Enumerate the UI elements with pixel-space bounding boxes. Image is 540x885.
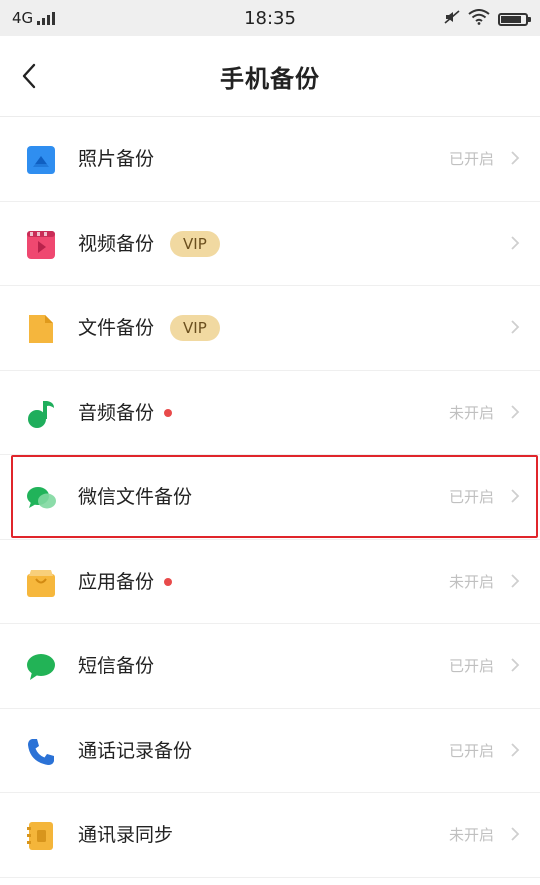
photo-icon [26,145,56,175]
item-status: 已开启 [448,150,494,168]
chevron-right-icon [511,151,520,165]
file-icon [26,314,56,344]
item-status: 未开启 [448,403,494,422]
chevron-right-icon [511,742,520,757]
chevron-right-icon [511,658,520,672]
wechat-icon [26,483,56,513]
list-item-call-log-backup[interactable]: 通话记录备份 已开启 [0,708,540,793]
item-status: 已开启 [448,488,494,506]
item-label: 通话记录备份 [78,739,193,762]
item-status: 已开启 [448,657,494,675]
item-status: 未开启 [448,572,494,591]
item-status: 未开启 [448,826,494,844]
video-icon [26,230,56,260]
music-icon [26,399,56,429]
list-item-sms-backup[interactable]: 短信备份 已开启 [0,624,540,709]
list-item-app-backup[interactable]: 应用备份 未开启 [0,539,540,624]
battery-level [501,15,521,23]
chevron-right-icon [511,320,520,334]
vip-badge: VIP [170,230,220,257]
item-label: 文件备份 [78,317,155,339]
contacts-icon [26,821,56,851]
chevron-right-icon [511,404,520,419]
chevron-right-icon [511,827,520,841]
app-icon [26,568,56,598]
new-dot-indicator [164,577,173,586]
app-header: 手机备份 [0,36,540,117]
status-bar: 4G 18:35 [0,0,540,36]
battery-icon [498,12,531,26]
new-dot-indicator [164,408,173,417]
item-label: 音频备份 [78,401,155,424]
list-item-contacts-sync[interactable]: 通讯录同步 未开启 [0,793,540,878]
list-item-video-backup[interactable]: 视频备份 VIP [0,201,540,286]
list-item-file-backup[interactable]: 文件备份 VIP [0,286,540,371]
mute-icon [444,9,460,29]
page-title: 手机备份 [220,65,320,93]
item-label: 照片备份 [78,148,155,170]
list-item-audio-backup[interactable]: 音频备份 未开启 [0,370,540,455]
chevron-right-icon [511,489,520,503]
item-label: 短信备份 [78,655,155,677]
item-label: 视频备份 [78,232,155,255]
item-label: 通讯录同步 [78,824,174,846]
wifi-icon [468,9,490,29]
item-label: 应用备份 [78,570,155,593]
chevron-right-icon [511,573,520,588]
item-status: 已开启 [448,741,494,760]
item-label: 微信文件备份 [78,486,193,508]
backup-list: 照片备份 已开启 视频备份 VIP 文件备份 VIP 音频备份 未开启 微信文件… [0,117,540,878]
vip-badge: VIP [170,315,220,341]
status-icons [444,9,531,29]
phone-icon [26,737,56,767]
list-item-photo-backup[interactable]: 照片备份 已开启 [0,117,540,202]
chevron-right-icon [511,235,520,250]
sms-icon [26,652,56,682]
list-item-wechat-file-backup[interactable]: 微信文件备份 已开启 [0,455,540,540]
